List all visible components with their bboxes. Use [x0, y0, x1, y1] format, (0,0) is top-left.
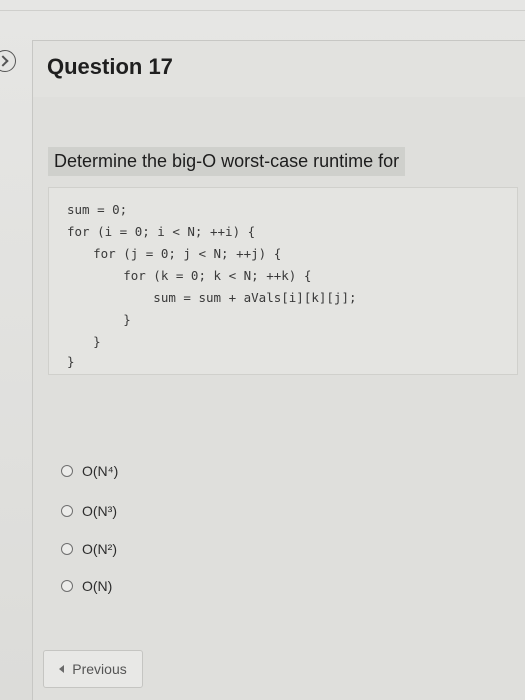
radio-button[interactable]: [61, 580, 73, 592]
code-line: }: [63, 334, 101, 349]
question-title: Question 17: [47, 54, 173, 79]
question-body: Determine the big-O worst-case runtime f…: [32, 97, 525, 700]
code-line: for (k = 0; k < N; ++k) {: [63, 268, 312, 283]
chevron-left-icon: [59, 665, 65, 673]
radio-button[interactable]: [61, 465, 73, 477]
code-line: }: [63, 312, 131, 327]
code-line: }: [67, 354, 75, 369]
option-label: O(N²): [82, 541, 117, 557]
option-o-n2[interactable]: O(N²): [61, 538, 117, 560]
collapse-toggle[interactable]: [0, 50, 16, 72]
option-label: O(N⁴): [82, 463, 119, 479]
code-block: sum = 0; for (i = 0; i < N; ++i) { for (…: [48, 187, 518, 375]
radio-button[interactable]: [61, 543, 73, 555]
quiz-page: Question 17 Determine the big-O worst-ca…: [0, 0, 525, 700]
question-header: Question 17: [32, 40, 525, 98]
radio-button[interactable]: [61, 505, 73, 517]
code-line: for (j = 0; j < N; ++j) {: [63, 246, 282, 261]
code-line: sum = 0;: [67, 202, 128, 217]
question-prompt: Determine the big-O worst-case runtime f…: [48, 147, 406, 176]
previous-label: Previous: [72, 661, 127, 677]
option-label: O(N³): [82, 503, 117, 519]
code-line: for (i = 0; i < N; ++i) {: [67, 224, 256, 239]
previous-button[interactable]: Previous: [43, 650, 143, 688]
option-o-n4[interactable]: O(N⁴): [61, 460, 118, 482]
divider: [0, 10, 525, 11]
option-o-n[interactable]: O(N): [61, 575, 112, 597]
chevron-right-icon: [0, 55, 9, 67]
option-label: O(N): [82, 578, 113, 594]
code-line: sum = sum + aVals[i][k][j];: [63, 290, 357, 305]
option-o-n3[interactable]: O(N³): [61, 500, 117, 522]
